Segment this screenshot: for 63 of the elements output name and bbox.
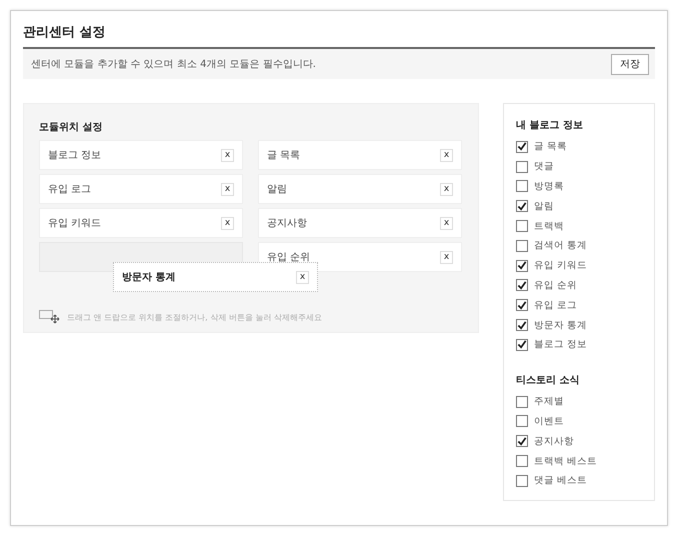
checkbox[interactable] [516, 319, 528, 332]
remove-button[interactable]: x [296, 270, 309, 284]
module-label: 유입 순위 [267, 251, 310, 264]
drag-move-icon [39, 310, 61, 324]
checkbox[interactable] [516, 160, 528, 173]
module-label: 블로그 정보 [48, 149, 102, 162]
checkbox[interactable] [516, 338, 528, 351]
checkbox[interactable] [516, 396, 528, 408]
checkbox-label: 트랙백 [534, 220, 564, 233]
checkbox[interactable] [516, 240, 528, 252]
checkbox-label: 유입 키워드 [534, 259, 588, 272]
checkbox[interactable] [516, 220, 528, 232]
module-label: 공지사항 [267, 217, 307, 230]
remove-button[interactable]: x [221, 148, 234, 162]
remove-button[interactable]: x [440, 182, 453, 196]
module-label: 유입 키워드 [48, 217, 102, 230]
checkbox[interactable] [516, 474, 528, 487]
notice-text: 센터에 모듈을 추가할 수 있으며 최소 4개의 모듈은 필수입니다. [31, 58, 316, 71]
checkbox-label: 글 목록 [534, 140, 568, 154]
module-label: 알림 [267, 183, 287, 196]
module-card[interactable]: 유입 키워드 x [39, 208, 243, 238]
checkbox-label: 공지사항 [534, 434, 574, 448]
checkbox-label: 댓글 베스트 [534, 474, 588, 488]
remove-button[interactable]: x [440, 250, 453, 264]
group-title: 티스토리 소식 [516, 374, 580, 387]
module-card[interactable]: 공지사항 x [258, 208, 462, 238]
checkbox-label: 댓글 [534, 160, 554, 174]
checkbox-label: 유입 로그 [534, 298, 578, 312]
module-label: 글 목록 [267, 149, 300, 162]
hint-text: 드래그 앤 드랍으로 위치를 조절하거나, 삭제 버튼을 눌러 삭제해주세요 [67, 312, 322, 322]
module-card[interactable]: 유입 로그 x [39, 174, 243, 204]
checkbox-label: 주제별 [534, 395, 564, 408]
panel-title: 모듈위치 설정 [39, 121, 104, 134]
checkbox[interactable] [516, 200, 528, 212]
checkbox-label: 알림 [534, 200, 554, 213]
checkbox-label: 이벤트 [534, 414, 564, 428]
remove-button[interactable]: x [440, 148, 453, 162]
module-label: 방문자 통계 [122, 271, 176, 284]
group-title: 내 블로그 정보 [516, 119, 584, 132]
checkbox-label: 트랙백 베스트 [534, 454, 598, 468]
checkbox[interactable] [516, 260, 528, 272]
checkbox[interactable] [516, 140, 528, 153]
checkbox[interactable] [516, 455, 528, 468]
remove-button[interactable]: x [221, 182, 234, 196]
checkbox-label: 유입 순위 [534, 278, 578, 292]
checkbox-label: 방문자 통계 [534, 318, 588, 332]
dragged-module-card[interactable]: 방문자 통계 x [113, 262, 318, 292]
checkbox[interactable] [516, 435, 528, 448]
save-button[interactable]: 저장 [611, 54, 649, 74]
checkbox[interactable] [516, 180, 528, 192]
module-card[interactable]: 블로그 정보 x [39, 140, 243, 170]
checkbox-label: 블로그 정보 [534, 338, 588, 352]
remove-button[interactable]: x [440, 216, 453, 230]
checkbox-label: 검색어 통계 [534, 239, 588, 252]
module-card[interactable]: 글 목록 x [258, 140, 462, 170]
module-card[interactable]: 알림 x [258, 174, 462, 204]
checkbox[interactable] [516, 279, 528, 292]
remove-button[interactable]: x [221, 216, 234, 230]
module-card[interactable]: 유입 순위 x [258, 242, 462, 272]
checkbox-label: 방명록 [534, 180, 564, 193]
checkbox[interactable] [516, 299, 528, 312]
module-label: 유입 로그 [48, 183, 92, 196]
checkbox[interactable] [516, 415, 528, 428]
